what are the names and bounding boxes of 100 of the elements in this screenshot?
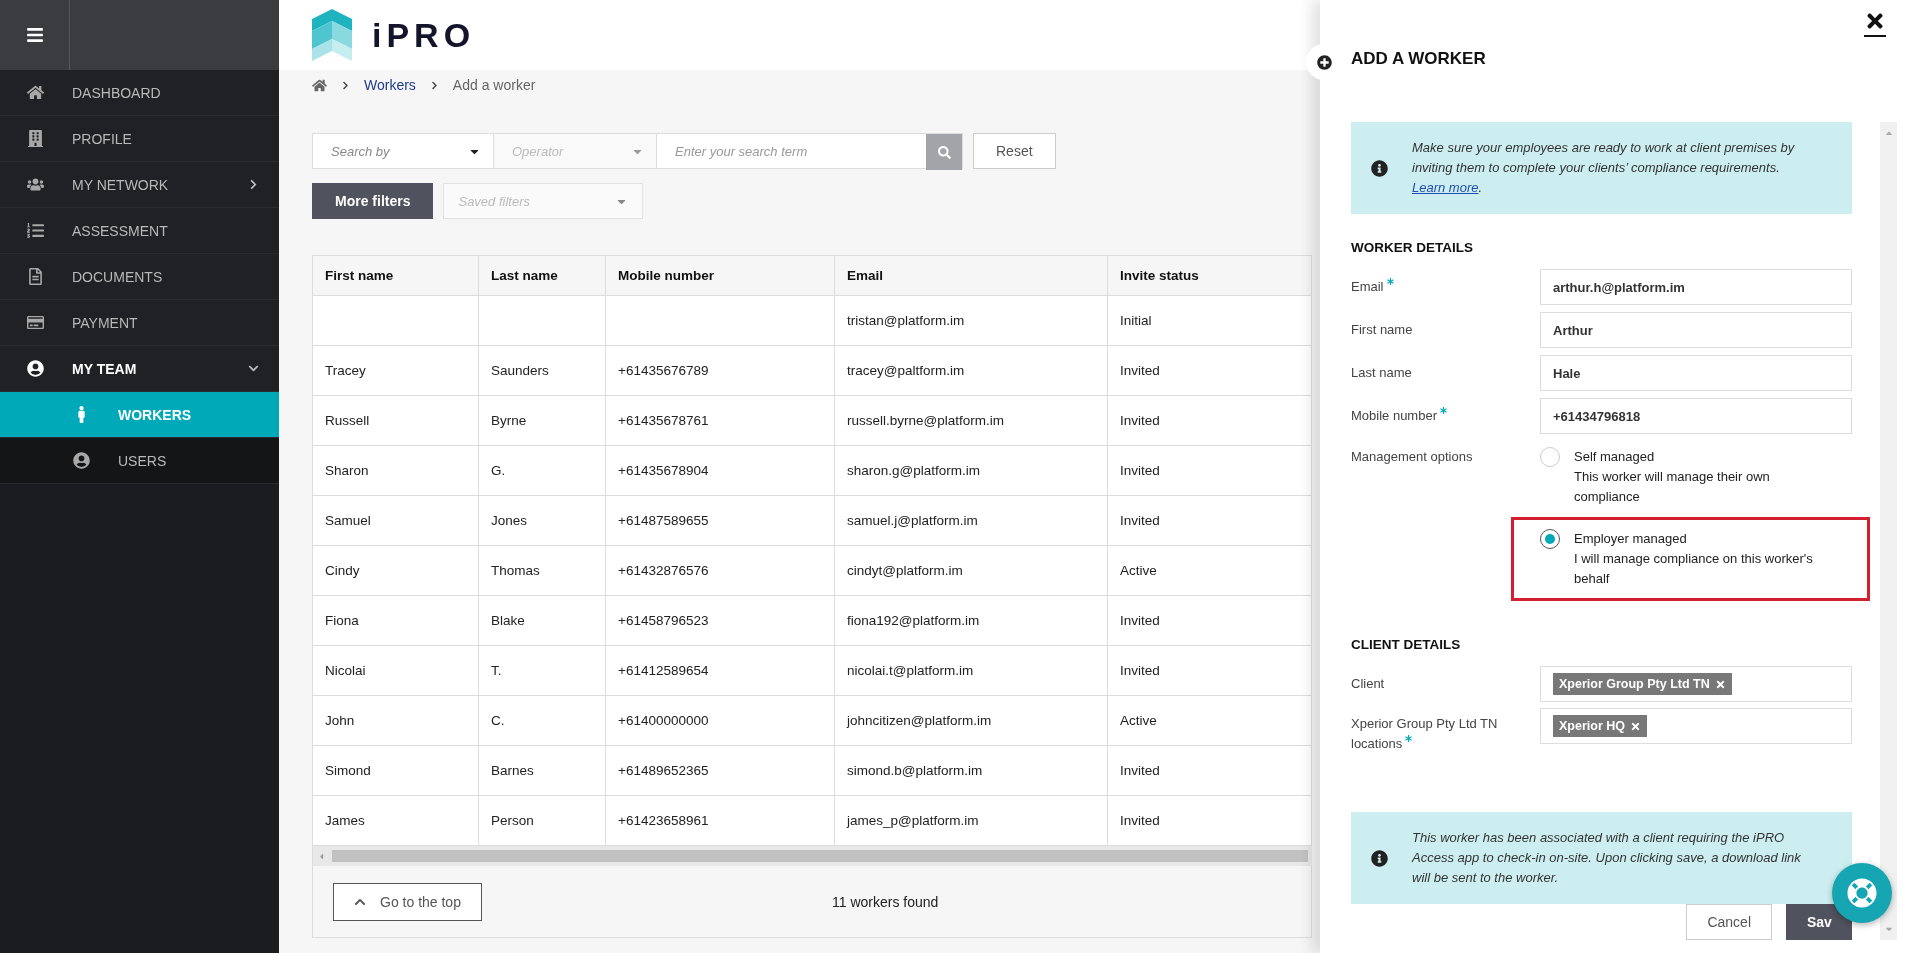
- learn-more-link[interactable]: Learn more: [1412, 180, 1479, 195]
- table-cell: James: [312, 795, 479, 846]
- breadcrumb-current: Add a worker: [452, 77, 536, 93]
- chevron-right-icon: [248, 179, 259, 190]
- input-field[interactable]: Hale: [1540, 355, 1852, 391]
- table-cell: +61487589655: [605, 495, 835, 546]
- table-cell: russell.byrne@platform.im: [834, 395, 1108, 446]
- scroll-left-icon[interactable]: [317, 851, 326, 861]
- lifebuoy-icon: [1847, 878, 1877, 908]
- table-cell: Simond: [312, 745, 479, 796]
- table-cell: Active: [1107, 545, 1312, 596]
- sidebar-item[interactable]: DOCUMENTS: [0, 254, 279, 300]
- numbered-list-icon: [26, 222, 44, 239]
- card-icon: [26, 314, 44, 331]
- table-cell: +61435678904: [605, 445, 835, 496]
- input-field[interactable]: Arthur: [1540, 312, 1852, 348]
- tag-field[interactable]: Xperior HQ: [1540, 708, 1852, 744]
- tag[interactable]: Xperior HQ: [1553, 715, 1647, 737]
- search-icon: [937, 145, 951, 159]
- table-cell: Initial: [1107, 295, 1312, 346]
- result-count: 11 workers found: [831, 893, 939, 910]
- sidebar-item[interactable]: DASHBOARD: [0, 70, 279, 116]
- tag-field[interactable]: Xperior Group Pty Ltd TN: [1540, 666, 1852, 702]
- document-icon: [26, 268, 44, 285]
- sidebar-item[interactable]: PAYMENT: [0, 300, 279, 346]
- sidebar-subitem[interactable]: USERS: [0, 438, 279, 484]
- table-cell: Barnes: [478, 745, 606, 796]
- table-cell: samuel.j@platform.im: [834, 495, 1108, 546]
- radio-button[interactable]: [1540, 529, 1560, 549]
- field-label: First name: [1351, 321, 1414, 339]
- home-icon: [26, 84, 44, 101]
- table-cell: Jones: [478, 495, 606, 546]
- column-header[interactable]: Mobile number: [605, 255, 835, 296]
- column-header[interactable]: Last name: [478, 255, 606, 296]
- table-cell: Invited: [1107, 795, 1312, 846]
- table-cell: tracey@paltform.im: [834, 345, 1108, 396]
- table-cell: Active: [1107, 695, 1312, 746]
- search-button[interactable]: [926, 134, 962, 170]
- field-label: Last name: [1351, 364, 1413, 382]
- building-icon: [26, 130, 44, 147]
- table-cell: Nicolai: [312, 645, 479, 696]
- remove-icon[interactable]: [1630, 720, 1641, 732]
- table-cell: John: [312, 695, 479, 746]
- option-description: I will manage compliance on this worker's behalf: [1574, 550, 1814, 588]
- sidebar-item[interactable]: MY TEAM: [0, 346, 279, 392]
- table-cell: T.: [478, 645, 606, 696]
- input-field[interactable]: +61434796818: [1540, 398, 1852, 434]
- table-cell: +61412589654: [605, 645, 835, 696]
- option-title: Self managed: [1574, 448, 1656, 466]
- table-cell: Russell: [312, 395, 479, 446]
- sidebar-item[interactable]: ASSESSMENT: [0, 208, 279, 254]
- table-cell: Person: [478, 795, 606, 846]
- logo-text: iPRO: [372, 15, 476, 55]
- input-field[interactable]: arthur.h@platform.im: [1540, 269, 1852, 305]
- table-cell: +61435676789: [605, 345, 835, 396]
- reset-button[interactable]: Reset: [973, 133, 1056, 169]
- home-icon[interactable]: [312, 77, 327, 93]
- column-header[interactable]: First name: [312, 255, 479, 296]
- table-cell: G.: [478, 445, 606, 496]
- option-title: Employer managed: [1574, 530, 1688, 548]
- info-icon: [1371, 849, 1388, 867]
- table-cell: Invited: [1107, 645, 1312, 696]
- close-button[interactable]: [1864, 10, 1886, 37]
- table-cell: Byrne: [478, 395, 606, 446]
- table-cell: Cindy: [312, 545, 479, 596]
- panel-title: ADD A WORKER: [1351, 49, 1486, 69]
- table-cell: Blake: [478, 595, 606, 646]
- option-description: This worker will manage their own compliance: [1574, 468, 1771, 506]
- table-cell: +61489652365: [605, 745, 835, 796]
- required-icon: [1440, 407, 1447, 414]
- section-heading: WORKER DETAILS: [1351, 240, 1474, 255]
- breadcrumb-link[interactable]: Workers: [364, 77, 416, 93]
- table-cell: +61400000000: [605, 695, 835, 746]
- sidebar-item[interactable]: PROFILE: [0, 116, 279, 162]
- field-label: Management options: [1351, 448, 1474, 466]
- info-icon: [1371, 159, 1388, 177]
- go-to-top-button[interactable]: Go to the top: [333, 882, 482, 921]
- tag[interactable]: Xperior Group Pty Ltd TN: [1553, 673, 1732, 695]
- table-cell: Saunders: [478, 345, 606, 396]
- table-cell: fiona192@platform.im: [834, 595, 1108, 646]
- table-cell: johncitizen@platform.im: [834, 695, 1108, 746]
- column-header[interactable]: Email: [834, 255, 1108, 296]
- table-cell: Invited: [1107, 495, 1312, 546]
- more-filters-button[interactable]: More filters: [312, 183, 434, 219]
- remove-icon[interactable]: [1714, 678, 1726, 690]
- table-cell: Invited: [1107, 745, 1312, 796]
- required-icon: [1405, 735, 1413, 742]
- horizontal-scrollbar[interactable]: [312, 846, 1312, 866]
- column-header[interactable]: Invite status: [1107, 255, 1312, 296]
- table-cell: +61432876576: [605, 545, 835, 596]
- logo-icon: [312, 9, 352, 61]
- info-text: Make sure your employees are ready to work at client premises by inviting them to complete your clients’ compliance requirements. Learn more.: [1412, 139, 1796, 197]
- menu-icon[interactable]: [25, 26, 44, 44]
- notice-text: This worker has been associated with a client requiring the iPRO Access app to check-in on-site. Upon clicking save, a download link will be sent to the worker.: [1412, 829, 1802, 887]
- save-button[interactable]: Sav: [1786, 904, 1852, 940]
- section-heading: CLIENT DETAILS: [1351, 637, 1462, 652]
- sidebar-item[interactable]: MY NETWORK: [0, 162, 279, 208]
- people-icon: [26, 176, 44, 193]
- cancel-button[interactable]: Cancel: [1686, 904, 1772, 940]
- table-cell: Samuel: [312, 495, 479, 546]
